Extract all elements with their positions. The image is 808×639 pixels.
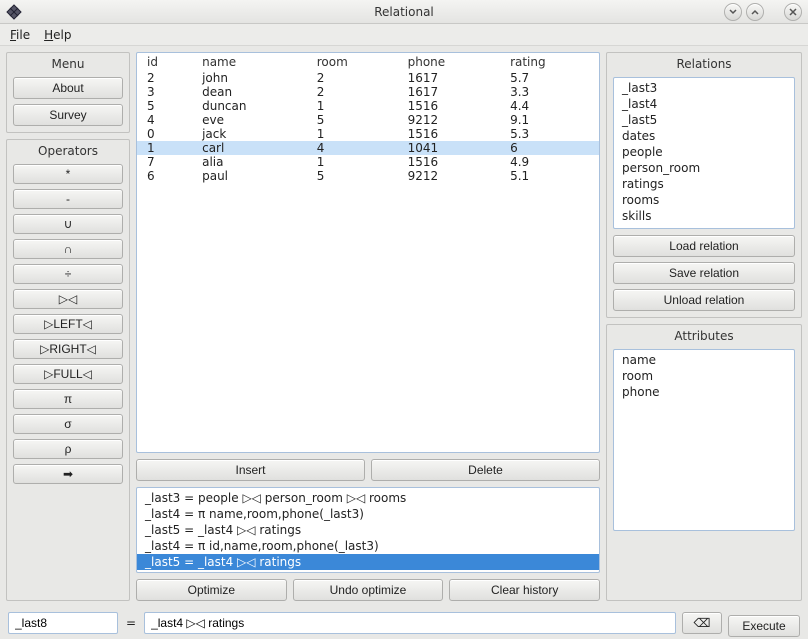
- table-row[interactable]: 0jack115165.3: [137, 127, 599, 141]
- operators-panel: Operators * - ∪ ∩ ÷ ▷◁ ▷LEFT◁ ▷RIGHT◁ ▷FULL◁ πσρ ➡: [6, 139, 130, 601]
- backspace-button[interactable]: ⌫: [682, 612, 722, 634]
- optimize-button[interactable]: Optimize: [136, 579, 287, 601]
- load-relation-button[interactable]: Load relation: [613, 235, 795, 257]
- relation-item[interactable]: dates: [614, 128, 794, 144]
- operator-button-1[interactable]: -: [13, 189, 123, 209]
- history-item[interactable]: _last3 = people ▷◁ person_room ▷◁ rooms: [137, 490, 599, 506]
- expression-bar: = ⌫ Execute: [0, 607, 808, 639]
- operator-button-7[interactable]: ▷RIGHT◁: [13, 339, 123, 359]
- operator-button-5[interactable]: ▷◁: [13, 289, 123, 309]
- minimize-button[interactable]: [724, 3, 742, 21]
- attribute-item[interactable]: phone: [614, 384, 794, 400]
- operator-button-10[interactable]: σ: [13, 414, 123, 434]
- operator-button-8[interactable]: ▷FULL◁: [13, 364, 123, 384]
- relation-item[interactable]: _last4: [614, 96, 794, 112]
- relation-item[interactable]: skills: [614, 208, 794, 224]
- column-header[interactable]: id: [137, 53, 192, 71]
- history-item[interactable]: _last4 = π name,room,phone(_last3): [137, 506, 599, 522]
- menu-bar: File Help: [0, 24, 808, 46]
- attribute-item[interactable]: name: [614, 352, 794, 368]
- menu-help[interactable]: Help: [44, 28, 71, 42]
- table-row[interactable]: 3dean216173.3: [137, 85, 599, 99]
- insert-button[interactable]: Insert: [136, 459, 365, 481]
- operator-button-0[interactable]: *: [13, 164, 123, 184]
- unload-relation-button[interactable]: Unload relation: [613, 289, 795, 311]
- about-button[interactable]: About: [13, 77, 123, 99]
- table-row[interactable]: 5duncan115164.4: [137, 99, 599, 113]
- table-row[interactable]: 2john216175.7: [137, 71, 599, 85]
- relations-panel: Relations _last3_last4_last5datespeoplep…: [606, 52, 802, 318]
- survey-button[interactable]: Survey: [13, 104, 123, 126]
- relation-item[interactable]: people: [614, 144, 794, 160]
- close-button[interactable]: [784, 3, 802, 21]
- operator-button-6[interactable]: ▷LEFT◁: [13, 314, 123, 334]
- column-header[interactable]: phone: [398, 53, 500, 71]
- app-icon: [6, 4, 22, 20]
- attributes-panel: Attributes nameroomphone: [606, 324, 802, 601]
- menu-panel: Menu About Survey: [6, 52, 130, 133]
- column-header[interactable]: rating: [500, 53, 599, 71]
- operator-button-12[interactable]: ➡: [13, 464, 123, 484]
- operator-button-2[interactable]: ∪: [13, 214, 123, 234]
- table-row[interactable]: 6paul592125.1: [137, 169, 599, 183]
- history-item[interactable]: _last5 = _last4 ▷◁ ratings: [137, 522, 599, 538]
- operator-button-9[interactable]: π: [13, 389, 123, 409]
- attributes-panel-label: Attributes: [613, 329, 795, 343]
- operator-button-11[interactable]: ρ: [13, 439, 123, 459]
- undo-optimize-button[interactable]: Undo optimize: [293, 579, 444, 601]
- column-header[interactable]: name: [192, 53, 307, 71]
- result-name-input[interactable]: [8, 612, 118, 634]
- relation-item[interactable]: _last3: [614, 80, 794, 96]
- execute-button[interactable]: Execute: [728, 615, 800, 637]
- operator-button-4[interactable]: ÷: [13, 264, 123, 284]
- relations-list[interactable]: _last3_last4_last5datespeopleperson_room…: [613, 77, 795, 229]
- window-title: Relational: [0, 5, 808, 19]
- attributes-list[interactable]: nameroomphone: [613, 349, 795, 531]
- table-row[interactable]: 7alia115164.9: [137, 155, 599, 169]
- relation-item[interactable]: ratings: [614, 176, 794, 192]
- relations-panel-label: Relations: [613, 57, 795, 71]
- menu-panel-label: Menu: [13, 57, 123, 71]
- delete-button[interactable]: Delete: [371, 459, 600, 481]
- relation-item[interactable]: person_room: [614, 160, 794, 176]
- history-item[interactable]: _last5 = _last4 ▷◁ ratings: [137, 554, 599, 570]
- column-header[interactable]: room: [307, 53, 398, 71]
- maximize-button[interactable]: [746, 3, 764, 21]
- operators-panel-label: Operators: [13, 144, 123, 158]
- attribute-item[interactable]: room: [614, 368, 794, 384]
- operator-button-3[interactable]: ∩: [13, 239, 123, 259]
- relation-item[interactable]: _last5: [614, 112, 794, 128]
- table-row[interactable]: 4eve592129.1: [137, 113, 599, 127]
- history-list[interactable]: _last3 = people ▷◁ person_room ▷◁ rooms_…: [136, 487, 600, 573]
- table-row[interactable]: 1carl410416: [137, 141, 599, 155]
- save-relation-button[interactable]: Save relation: [613, 262, 795, 284]
- relation-item[interactable]: rooms: [614, 192, 794, 208]
- history-item[interactable]: _last4 = π id,name,room,phone(_last3): [137, 538, 599, 554]
- title-bar: Relational: [0, 0, 808, 24]
- equals-label: =: [124, 616, 138, 630]
- relation-data-table[interactable]: idnameroomphonerating 2john216175.73dean…: [136, 52, 600, 453]
- menu-file[interactable]: File: [10, 28, 30, 42]
- expression-input[interactable]: [144, 612, 676, 634]
- clear-history-button[interactable]: Clear history: [449, 579, 600, 601]
